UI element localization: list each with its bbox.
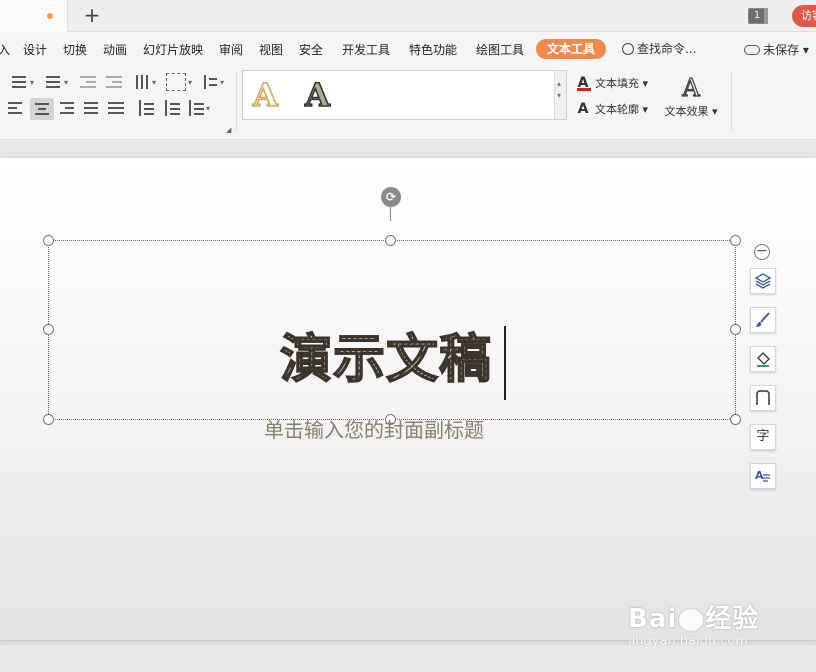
slide-title[interactable]: 演示文稿 [279,329,492,390]
gallery-more-icon[interactable]: ▾ [557,91,561,100]
rotate-stem [390,207,391,221]
align-right-icon[interactable] [58,99,78,117]
resize-handle-bottom-right[interactable] [730,414,741,425]
svg-text:A: A [755,469,764,482]
align-text-dropdown-icon[interactable]: ▾ [188,78,192,87]
menu-transition[interactable]: 切换 [63,41,87,58]
tab-strip: + 1 访客 [0,0,816,32]
slide-canvas[interactable]: ⟳ 演示文稿 单击输入您的封面副标题 − 字 A [0,158,816,640]
text-effect-icon: A [682,74,701,102]
window-bar-icon [764,8,768,24]
document-tab[interactable] [0,0,68,32]
text-effect-button[interactable]: A 文本效果 ▾ [662,74,720,119]
text-style-gold[interactable]: A [252,76,278,114]
watermark-url: jingyan.baidu.com [628,634,748,649]
visit-button[interactable]: 访客 [792,5,816,27]
new-tab-button[interactable]: + [82,4,102,26]
bullet-dropdown-icon[interactable]: ▾ [30,78,34,87]
gallery-scrollbar[interactable]: ▴ ▾ [554,71,566,119]
ribbon-separator-right [731,72,732,132]
text-orientation-dropdown-icon[interactable]: ▾ [220,78,224,87]
align-left-icon[interactable] [6,99,26,117]
menu-review[interactable]: 审阅 [219,41,243,58]
text-direction-icon[interactable] [132,73,152,91]
spacing-dropdown-icon[interactable]: ▾ [206,104,210,113]
text-direction-dropdown-icon[interactable]: ▾ [152,78,156,87]
text-caret [504,326,506,400]
numbered-dropdown-icon[interactable]: ▾ [64,78,68,87]
menu-features[interactable]: 特色功能 [409,41,457,58]
layers-icon[interactable] [750,268,776,294]
collapse-icon[interactable]: − [754,244,770,260]
rotate-handle-icon[interactable]: ⟳ [381,187,401,207]
cloud-icon [744,45,760,55]
menu-text-tools[interactable]: 文本工具 [536,39,607,59]
menu-developer[interactable]: 开发工具 [342,41,390,58]
menu-view[interactable]: 视图 [259,41,283,58]
watermark-logo-right: 经验 [705,604,760,634]
slide-subtitle[interactable]: 单击输入您的封面副标题 [264,414,484,443]
text-fill-label: 文本填充 [595,77,639,90]
resize-handle-top-left[interactable] [43,235,54,246]
menu-design[interactable]: 设计 [23,41,47,58]
text-effect-label: 文本效果 [664,105,709,118]
text-outline-icon: A [577,101,589,117]
resize-handle-right[interactable] [730,324,741,335]
baidu-watermark: Bai 经验 jingyan.baidu.com [628,598,808,658]
spacing-options-icon[interactable] [186,99,206,117]
menu-animation[interactable]: 动画 [103,41,127,58]
text-outline-button[interactable]: A 文本轮廓 ▾ [576,101,648,117]
char-icon[interactable]: 字 [750,424,776,450]
resize-handle-top-right[interactable] [730,235,741,246]
border-icon[interactable] [750,385,776,411]
menu-drawing-tools[interactable]: 绘图工具 [476,41,524,58]
search-command[interactable]: 查找命令... [622,40,696,57]
distribute-icon[interactable] [106,99,126,117]
text-orientation-icon[interactable] [200,73,220,91]
search-icon [622,43,634,55]
unsaved-dot-icon [47,13,53,19]
numbered-list-icon[interactable] [42,73,62,91]
align-center-icon[interactable] [30,98,54,120]
resize-handle-top[interactable] [385,235,396,246]
resize-handle-bottom-left[interactable] [43,414,54,425]
menu-security[interactable]: 安全 [299,41,323,58]
text-outline-label: 文本轮廓 [595,103,639,116]
menu-insert[interactable]: 入 [0,41,10,58]
fill-color-swatch [577,88,591,91]
increase-indent-icon[interactable] [104,73,124,91]
menu-bar: 入 设计 切换 动画 幻灯片放映 审阅 视图 安全 开发工具 特色功能 绘图工具… [0,32,816,66]
gallery-up-icon[interactable]: ▴ [557,79,561,88]
ribbon-separator [236,72,237,132]
text-edit-icon[interactable]: A [750,463,776,489]
menu-slideshow[interactable]: 幻灯片放映 [143,41,203,58]
bullet-list-icon[interactable] [8,73,28,91]
fill-icon[interactable] [750,346,776,372]
paragraph-launcher-icon[interactable]: ◢ [226,126,231,134]
text-style-hatched[interactable]: A [304,76,330,114]
watermark-logo-left: Bai [628,604,678,634]
line-spacing-icon[interactable] [136,99,156,117]
justify-icon[interactable] [82,99,102,117]
watermark-logo: Bai 经验 [628,598,759,635]
save-state-label: 未保存 [763,43,800,57]
save-state[interactable]: 未保存 ▾ [744,41,809,58]
paw-icon [679,608,704,631]
text-style-gallery[interactable]: A A ▴ ▾ [242,70,567,120]
align-text-icon[interactable] [166,73,186,91]
paragraph-spacing-icon[interactable] [162,99,182,117]
search-command-label: 查找命令... [637,42,697,56]
decrease-indent-icon[interactable] [78,73,98,91]
brush-icon[interactable] [750,307,776,333]
resize-handle-left[interactable] [43,324,54,335]
workspace: ⟳ 演示文稿 单击输入您的封面副标题 − 字 A [0,141,816,672]
